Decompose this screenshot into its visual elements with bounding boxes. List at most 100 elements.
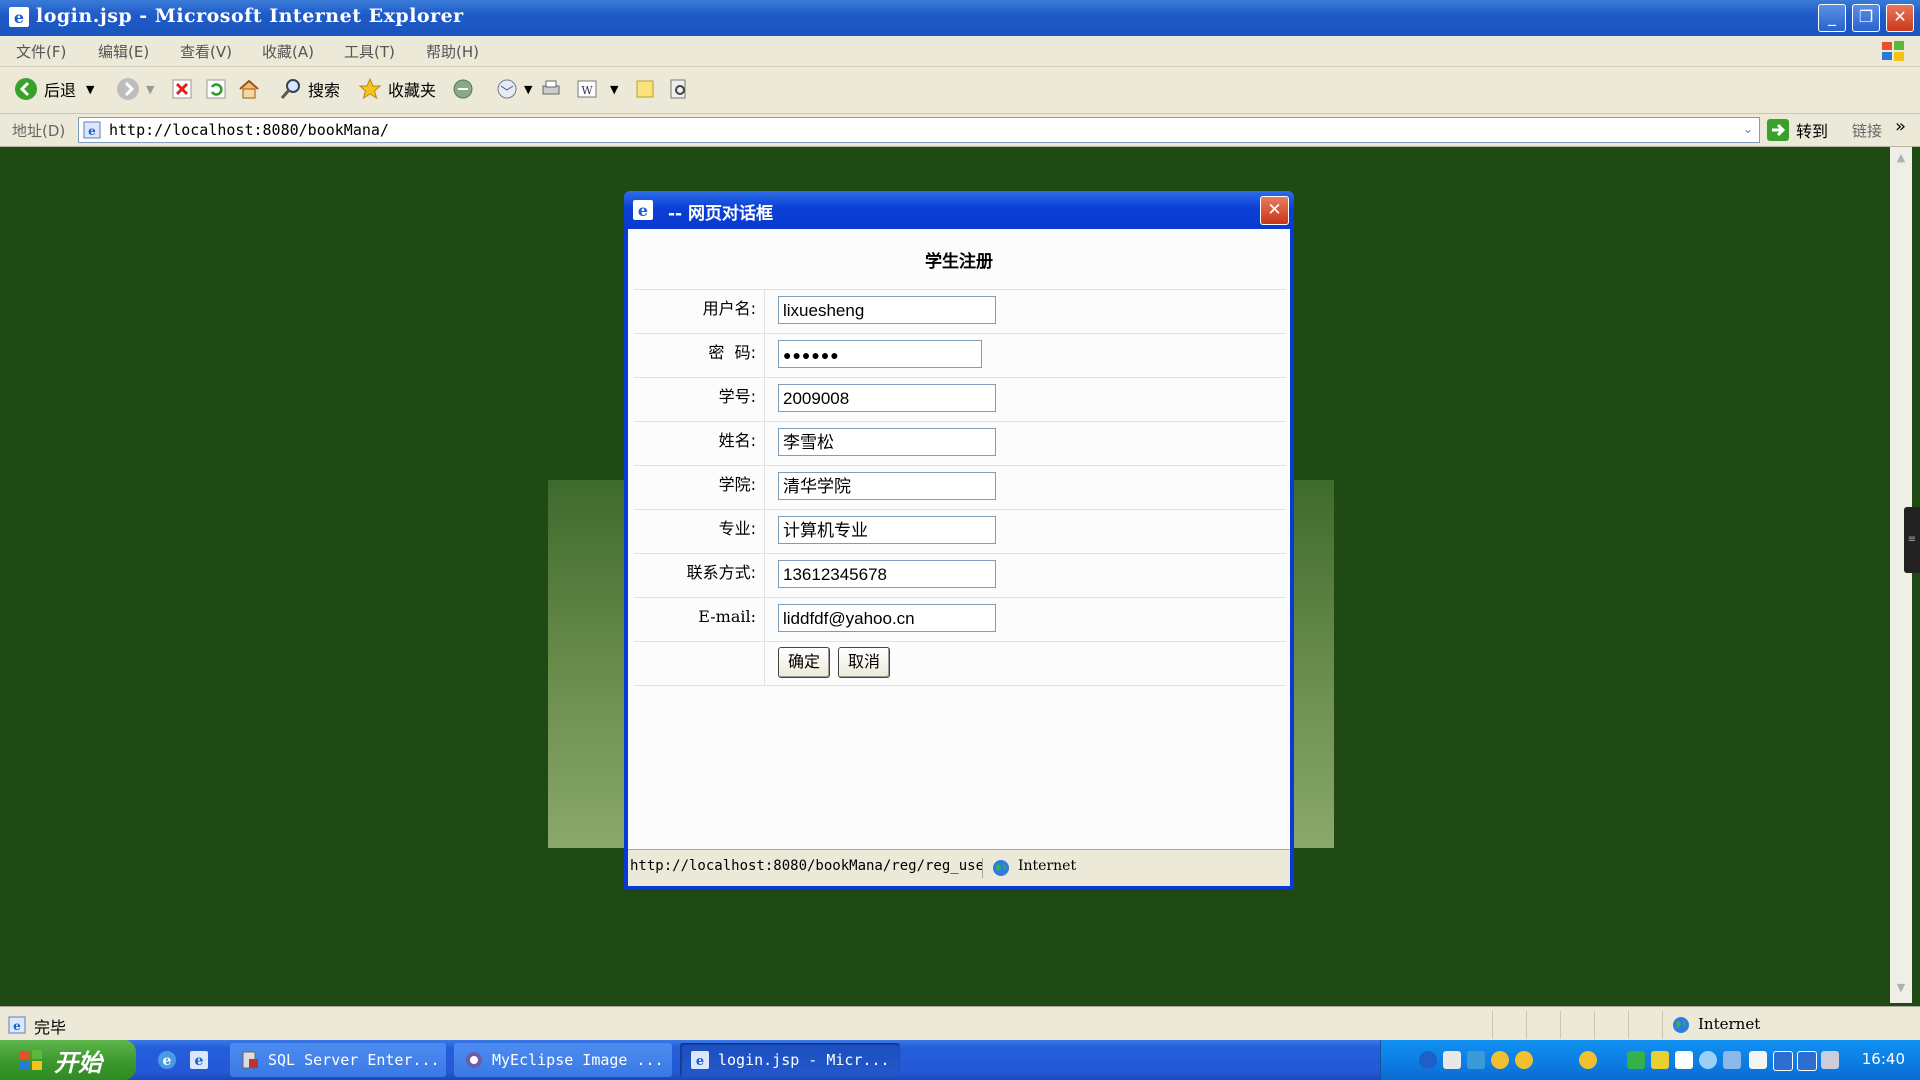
menu-tools[interactable]: 工具(T) — [344, 41, 395, 62]
cancel-button[interactable]: 取消 — [838, 647, 890, 678]
dialog-close-button[interactable]: ✕ — [1260, 196, 1289, 225]
ie-quicklaunch-icon[interactable]: e — [156, 1049, 178, 1071]
menu-edit[interactable]: 编辑(E) — [98, 41, 149, 62]
search-button[interactable]: 搜索 — [280, 73, 340, 105]
edit-button[interactable]: W ▼ — [576, 73, 618, 105]
menu-favorites[interactable]: 收藏(A) — [262, 41, 314, 62]
window-titlebar[interactable]: e login.jsp - Microsoft Internet Explore… — [0, 0, 1920, 36]
password-input[interactable]: ●●●●●● — [778, 340, 982, 368]
major-input[interactable]: 计算机专业 — [778, 516, 996, 544]
username-input[interactable]: lixuesheng — [778, 296, 996, 324]
mail-dropdown-icon[interactable]: ▼ — [524, 83, 532, 96]
field-label: 学院: — [634, 466, 765, 509]
field-label: 学号: — [634, 378, 765, 421]
address-url: http://localhost:8080/bookMana/ — [109, 121, 389, 139]
field-label: 专业: — [634, 510, 765, 553]
go-button[interactable]: 转到 — [1766, 117, 1828, 143]
research-button[interactable] — [668, 73, 696, 105]
forward-button[interactable]: ▼ — [116, 73, 154, 105]
task-myeclipse[interactable]: MyEclipse Image ... — [454, 1043, 672, 1077]
forward-dropdown-icon[interactable]: ▼ — [146, 83, 154, 96]
form-row-email: E-mail: liddfdf@yahoo.cn — [634, 598, 1286, 642]
qq-icon[interactable] — [1579, 1051, 1597, 1069]
svg-text:e: e — [88, 124, 96, 138]
student-id-input[interactable]: 2009008 — [778, 384, 996, 412]
dialog-titlebar[interactable]: e -- 网页对话框 ✕ — [624, 191, 1294, 229]
tray-green-icon[interactable] — [1627, 1051, 1645, 1069]
status-zone: Internet — [1698, 1015, 1761, 1033]
field-label: 密 码: — [634, 334, 765, 377]
tray-collapse-icon[interactable] — [1419, 1051, 1437, 1069]
ie-window-quicklaunch-icon[interactable]: e — [188, 1049, 210, 1071]
qq-icon[interactable] — [1491, 1051, 1509, 1069]
back-dropdown-icon[interactable]: ▼ — [86, 83, 94, 96]
menu-view[interactable]: 查看(V) — [180, 41, 232, 62]
form-row-username: 用户名: lixuesheng — [634, 290, 1286, 334]
media-button[interactable] — [452, 73, 480, 105]
name-label: 姓名: — [718, 431, 756, 450]
password-label: 密 码: — [708, 343, 756, 362]
dialog-statusbar: http://localhost:8080/bookMana/reg/reg_u… — [628, 849, 1290, 886]
form-row-major: 专业: 计算机专业 — [634, 510, 1286, 554]
dialog-status-zone: Internet — [1018, 858, 1077, 874]
links-label[interactable]: 链接 — [1852, 120, 1882, 141]
task-label: SQL Server Enter... — [268, 1051, 440, 1069]
mail-button[interactable]: ▼ — [496, 73, 532, 105]
task-login-jsp[interactable]: e login.jsp - Micr... — [680, 1043, 900, 1077]
tray-app-icon[interactable] — [1467, 1051, 1485, 1069]
email-input[interactable]: liddfdf@yahoo.cn — [778, 604, 996, 632]
home-button[interactable] — [238, 73, 266, 105]
status-text: 完毕 — [34, 1018, 67, 1037]
shield-icon[interactable] — [1797, 1051, 1817, 1071]
home-icon — [239, 79, 259, 99]
restore-button[interactable]: ❐ — [1852, 4, 1880, 32]
college-input[interactable]: 清华学院 — [778, 472, 996, 500]
shield-icon[interactable] — [1773, 1051, 1793, 1071]
note-icon — [636, 80, 654, 98]
clock: 16:40 — [1861, 1050, 1905, 1068]
qq-icon[interactable] — [1515, 1051, 1533, 1069]
forward-arrow-icon — [117, 78, 139, 100]
svg-text:e: e — [195, 1053, 204, 1069]
start-button[interactable]: 开始 — [0, 1040, 136, 1080]
field-label: 联系方式: — [634, 554, 765, 597]
address-dropdown-icon[interactable]: ⌄ — [1739, 120, 1757, 138]
contact-input[interactable]: 13612345678 — [778, 560, 996, 588]
word-icon: W — [577, 80, 597, 98]
task-sql-server[interactable]: SQL Server Enter... — [230, 1043, 446, 1077]
tray-network-icon[interactable] — [1443, 1051, 1461, 1069]
svg-text:e: e — [14, 8, 24, 27]
vertical-scrollbar[interactable]: ▲ ▼ — [1890, 147, 1912, 1003]
stop-button[interactable] — [172, 73, 198, 105]
refresh-button[interactable] — [206, 73, 232, 105]
favorites-button[interactable]: 收藏夹 — [358, 73, 436, 105]
minimize-button[interactable]: _ — [1818, 4, 1846, 32]
address-input[interactable]: e http://localhost:8080/bookMana/ ⌄ — [78, 117, 1760, 143]
media-icon — [453, 79, 473, 99]
window-title: login.jsp - Microsoft Internet Explorer — [36, 5, 464, 27]
menu-file[interactable]: 文件(F) — [16, 41, 66, 62]
close-window-button[interactable]: ✕ — [1886, 4, 1914, 32]
name-input[interactable]: 李雪松 — [778, 428, 996, 456]
side-tab[interactable]: ≡ — [1904, 507, 1920, 573]
tray-network2-icon[interactable] — [1723, 1051, 1741, 1069]
chevron-right-icon[interactable]: » — [1895, 116, 1906, 137]
dialog-title: -- 网页对话框 — [668, 204, 774, 224]
tray-globe-icon[interactable] — [1699, 1051, 1717, 1069]
status-divider — [1560, 1011, 1561, 1039]
printer-icon — [542, 80, 560, 95]
back-button[interactable]: 后退 ▼ — [14, 73, 94, 105]
ok-button[interactable]: 确定 — [778, 647, 830, 678]
toolbar: 后退 ▼ ▼ 搜索 收藏夹 ▼ W ▼ — [0, 67, 1920, 114]
field-label: E-mail: — [634, 598, 765, 641]
tray-display-icon[interactable] — [1821, 1051, 1839, 1069]
tray-pencil-icon[interactable] — [1749, 1051, 1767, 1069]
scroll-down-icon[interactable]: ▼ — [1893, 981, 1909, 997]
discuss-button[interactable] — [634, 73, 662, 105]
print-button[interactable] — [540, 73, 568, 105]
scroll-up-icon[interactable]: ▲ — [1893, 151, 1909, 167]
tray-yellow-icon[interactable] — [1651, 1051, 1669, 1069]
tray-monitor-icon[interactable] — [1675, 1051, 1693, 1069]
menu-help[interactable]: 帮助(H) — [426, 41, 479, 62]
edit-dropdown-icon[interactable]: ▼ — [610, 83, 618, 96]
